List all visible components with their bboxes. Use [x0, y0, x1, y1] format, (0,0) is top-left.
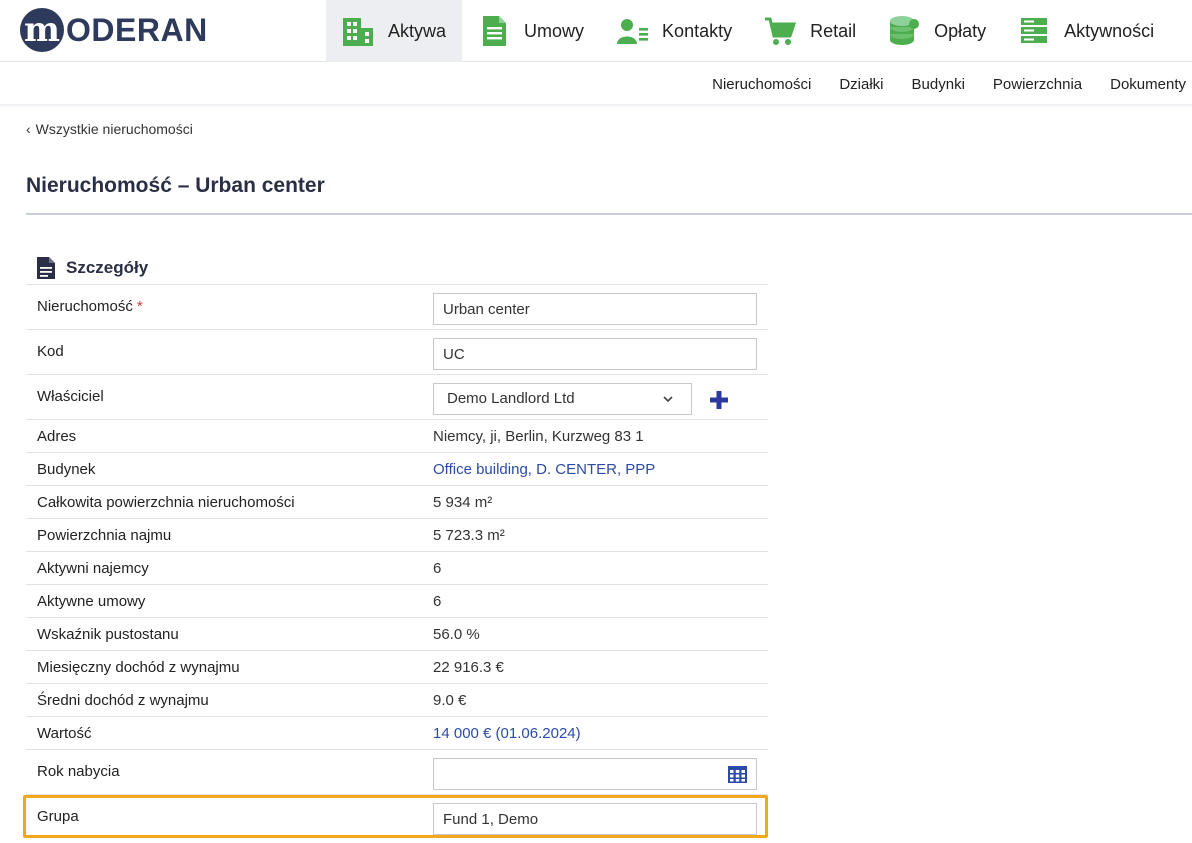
vacancy-rate-value: 56.0 %: [433, 626, 480, 643]
subnav-budynki[interactable]: Budynki: [912, 76, 965, 93]
field-label: Aktywne umowy: [37, 593, 146, 610]
nav-label: Retail: [810, 20, 857, 41]
field-label: Aktywni najemcy: [37, 560, 149, 577]
required-marker: *: [136, 298, 143, 315]
value-link[interactable]: 14 000 € (01.06.2024): [433, 717, 768, 749]
row-pustostan: Wskaźnik pustostanu 56.0 %: [26, 618, 768, 651]
active-contracts-value: 6: [433, 593, 442, 610]
title-divider: [26, 213, 1192, 215]
field-label: Wartość: [37, 725, 92, 742]
field-label: Miesięczny dochód z wynajmu: [37, 659, 240, 676]
field-label: Rok nabycia: [37, 763, 120, 780]
building-icon: [340, 14, 376, 48]
row-wartosc: Wartość 14 000 € (01.06.2024): [26, 717, 768, 750]
building-link[interactable]: Office building, D. CENTER, PPP: [433, 453, 768, 485]
logo-text: ODERAN: [66, 11, 208, 48]
row-rok-nabycia: Rok nabycia: [26, 750, 768, 795]
label-text: Nieruchomość: [37, 298, 133, 315]
row-najemcy: Aktywni najemcy 6: [26, 552, 768, 585]
document-icon: [37, 257, 55, 279]
row-umowy: Aktywne umowy 6: [26, 585, 768, 618]
calendar-icon[interactable]: [728, 766, 747, 783]
nav-label: Kontakty: [662, 20, 733, 41]
chevron-down-icon: [663, 396, 673, 403]
field-label: Nieruchomość *: [26, 285, 433, 329]
breadcrumb[interactable]: ‹ Wszystkie nieruchomości: [26, 121, 193, 137]
owner-select-value: Demo Landlord Ltd: [447, 390, 575, 407]
row-sredni: Średni dochód z wynajmu 9.0 €: [26, 684, 768, 717]
owner-select[interactable]: Demo Landlord Ltd: [433, 383, 692, 415]
acquisition-year-input[interactable]: [433, 758, 757, 790]
code-input[interactable]: UC: [433, 338, 757, 370]
sub-nav: Nieruchomości Działki Budynki Powierzchn…: [684, 62, 1186, 106]
top-header: m ODERAN Aktywa Umowy Kontakty Retail Op…: [0, 0, 1192, 62]
field-label: Całkowita powierzchnia nieruchomości: [37, 494, 295, 511]
nav-label: Umowy: [524, 20, 585, 41]
field-label: Budynek: [37, 461, 96, 478]
moderan-logo[interactable]: m ODERAN: [20, 8, 208, 52]
field-label: Powierzchnia najmu: [37, 527, 172, 544]
total-area-value: 5 934 m²: [433, 494, 493, 511]
main-nav: Aktywa Umowy Kontakty Retail Opłaty Akty…: [326, 0, 1170, 62]
address-value: Niemcy, ji, Berlin, Kurzweg 83 1: [433, 428, 644, 445]
average-income-value: 9.0 €: [433, 692, 467, 709]
section-title: Szczegóły: [66, 258, 149, 277]
field-label: Właściciel: [37, 388, 104, 405]
nav-aktywnosci[interactable]: Aktywności: [1002, 0, 1170, 62]
nav-retail[interactable]: Retail: [748, 0, 872, 62]
details-section: Szczegóły Nieruchomość * Urban center Kod…: [26, 252, 768, 840]
list-icon: [1016, 14, 1052, 48]
coins-icon: [886, 14, 922, 48]
subnav-powierzchnia[interactable]: Powierzchnia: [993, 76, 1082, 93]
row-wlasciciel: Właściciel Demo Landlord Ltd: [26, 375, 768, 420]
page-title: Nieruchomość – Urban center: [26, 174, 325, 197]
row-calkowita: Całkowita powierzchnia nieruchomości 5 9…: [26, 486, 768, 519]
row-najmu: Powierzchnia najmu 5 723.3 m²: [26, 519, 768, 552]
field-label: Wskaźnik pustostanu: [37, 626, 179, 643]
row-kod: Kod UC: [26, 330, 768, 375]
nav-umowy[interactable]: Umowy: [462, 0, 600, 62]
breadcrumb-back-link[interactable]: Wszystkie nieruchomości: [36, 121, 193, 137]
subnav-nieruchomosci[interactable]: Nieruchomości: [712, 76, 811, 93]
row-grupa: Grupa Fund 1, Demo: [26, 795, 768, 840]
shopping-cart-icon: [762, 14, 798, 48]
subnav-divider: [0, 104, 1192, 108]
row-miesieczny: Miesięczny dochód z wynajmu 22 916.3 €: [26, 651, 768, 684]
section-header: Szczegóły: [26, 252, 768, 285]
nav-label: Opłaty: [934, 20, 987, 41]
rentable-area-value: 5 723.3 m²: [433, 527, 505, 544]
subnav-dokumenty[interactable]: Dokumenty: [1110, 76, 1186, 93]
row-nieruchomosc: Nieruchomość * Urban center: [26, 285, 768, 330]
field-label: Średni dochód z wynajmu: [37, 692, 209, 709]
active-tenants-value: 6: [433, 560, 442, 577]
monthly-income-value: 22 916.3 €: [433, 659, 504, 676]
nav-label: Aktywności: [1064, 20, 1155, 41]
nav-aktywa[interactable]: Aktywa: [326, 0, 463, 62]
row-adres: Adres Niemcy, ji, Berlin, Kurzweg 83 1: [26, 420, 768, 453]
chevron-left-icon: ‹: [26, 121, 31, 137]
nav-oplaty[interactable]: Opłaty: [872, 0, 1002, 62]
field-label: Grupa: [37, 808, 79, 825]
document-icon: [476, 14, 512, 48]
field-label: Adres: [37, 428, 77, 445]
nav-kontakty[interactable]: Kontakty: [600, 0, 748, 62]
group-input[interactable]: Fund 1, Demo: [433, 803, 757, 835]
nav-label: Aktywa: [388, 20, 447, 41]
subnav-dzialki[interactable]: Działki: [839, 76, 883, 93]
field-label: Kod: [37, 343, 64, 360]
add-owner-button[interactable]: [707, 388, 731, 412]
row-budynek: Budynek Office building, D. CENTER, PPP: [26, 453, 768, 486]
property-name-input[interactable]: Urban center: [433, 293, 757, 325]
logo-badge: m: [20, 8, 64, 52]
contact-card-icon: [614, 14, 650, 48]
